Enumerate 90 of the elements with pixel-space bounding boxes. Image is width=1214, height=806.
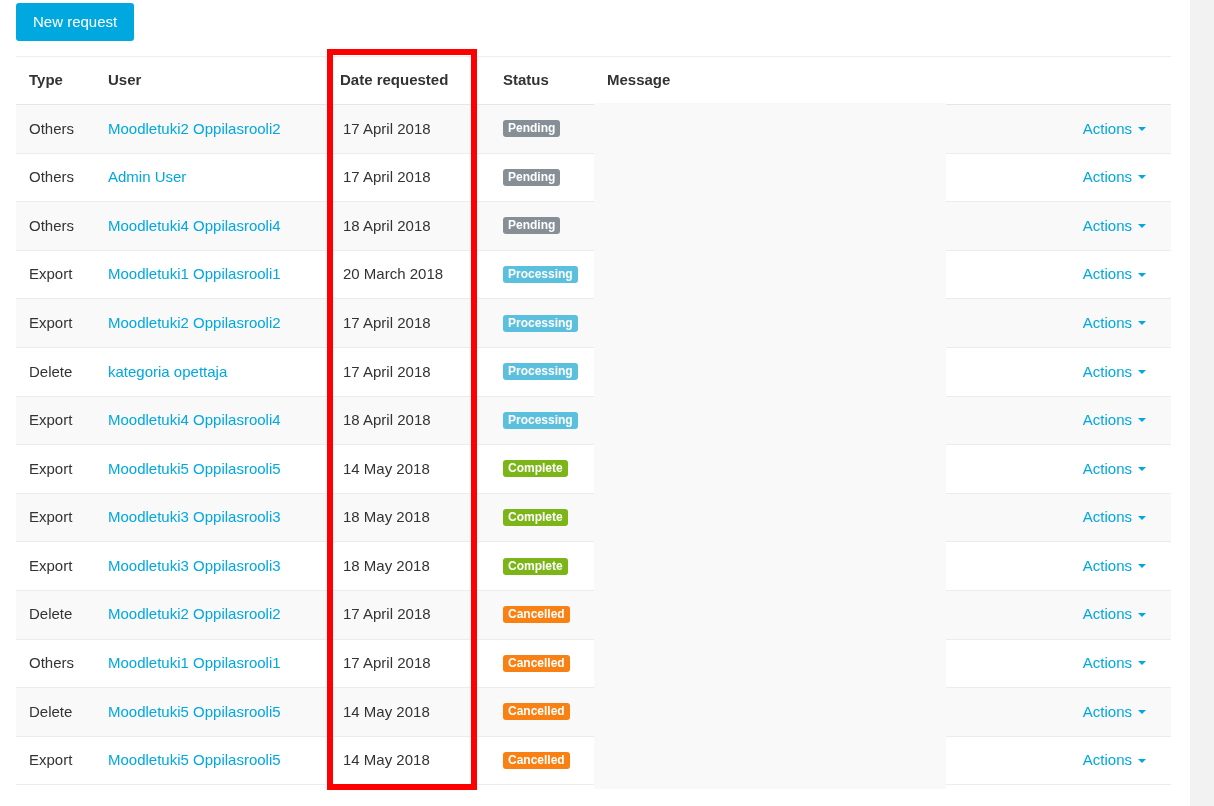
status-badge: Cancelled [503,654,570,672]
caret-icon [1138,758,1146,763]
status-badge: Complete [503,460,568,478]
type-cell-text: Export [29,410,73,431]
user-link[interactable]: Moodletuki4 Oppilasrooli4 [108,214,281,238]
status-badge: Pending [503,168,561,186]
status-badge: Processing [503,266,578,284]
actions-dropdown[interactable]: Actions [1082,603,1146,626]
date-cell-text: 14 May 2018 [343,458,430,479]
caret-icon [1138,418,1146,423]
user-link[interactable]: Moodletuki1 Oppilasrooli1 [108,652,281,675]
caret-icon [1138,272,1146,277]
date-cell-text: 17 April 2018 [343,604,431,625]
new-request-button[interactable]: New request [16,3,135,41]
type-cell-text: Export [29,507,73,528]
type-cell-text: Export [29,264,73,285]
caret-icon [1138,175,1146,180]
column-header: Date requested [339,70,449,91]
date-cell-text: 14 May 2018 [343,701,430,722]
actions-dropdown[interactable]: Actions [1082,263,1146,286]
status-badge: Processing [503,314,578,332]
status-badge: Complete [503,509,568,527]
caret-icon [1138,126,1146,131]
user-link[interactable]: Moodletuki4 Oppilasrooli4 [108,409,281,432]
type-cell-text: Others [29,167,74,188]
actions-dropdown[interactable]: Actions [1082,166,1146,189]
user-link[interactable]: kategoria opettaja [108,360,228,383]
date-cell-text: 18 May 2018 [343,555,430,576]
caret-icon [1138,564,1146,569]
actions-dropdown[interactable]: Actions [1082,652,1146,675]
actions-dropdown[interactable]: Actions [1082,700,1146,724]
date-cell-text: 18 April 2018 [343,410,431,431]
date-cell-text: 20 March 2018 [343,264,444,285]
user-link[interactable]: Moodletuki3 Oppilasrooli3 [108,506,281,529]
caret-icon [1138,466,1146,471]
user-link[interactable]: Moodletuki3 Oppilasrooli3 [108,554,281,578]
status-badge: Processing [503,363,578,381]
actions-dropdown[interactable]: Actions [1082,360,1146,383]
caret-icon [1138,612,1146,617]
type-cell-text: Export [29,458,73,479]
type-cell-text: Others [29,215,74,236]
actions-dropdown[interactable]: Actions [1082,457,1146,481]
caret-icon [1138,515,1146,520]
actions-dropdown[interactable]: Actions [1082,311,1146,335]
actions-dropdown[interactable]: Actions [1082,117,1146,141]
user-link[interactable]: Admin User [108,166,187,189]
date-cell-text: 17 April 2018 [343,118,431,139]
date-cell-text: 14 May 2018 [343,750,430,771]
user-link[interactable]: Moodletuki5 Oppilasrooli5 [108,749,281,772]
actions-dropdown[interactable]: Actions [1082,214,1146,238]
type-cell-text: Others [29,653,74,674]
type-cell-text: Export [29,750,73,771]
actions-dropdown[interactable]: Actions [1082,554,1146,578]
user-link[interactable]: Moodletuki2 Oppilasrooli2 [108,603,281,626]
type-cell-text: Delete [29,701,73,722]
date-cell-text: 18 April 2018 [343,215,431,236]
status-badge: Cancelled [503,752,570,769]
actions-dropdown[interactable]: Actions [1082,506,1146,529]
caret-icon [1138,661,1146,666]
caret-icon [1138,224,1146,228]
date-cell-text: 17 April 2018 [343,167,431,188]
user-link[interactable]: Moodletuki1 Oppilasrooli1 [108,263,281,286]
actions-dropdown[interactable]: Actions [1082,749,1146,772]
column-header: User [107,70,142,91]
user-link[interactable]: Moodletuki2 Oppilasrooli2 [108,117,281,141]
caret-icon [1138,709,1146,714]
date-cell-text: 17 April 2018 [343,361,431,382]
date-cell-text: 18 May 2018 [343,507,430,528]
user-link[interactable]: Moodletuki2 Oppilasrooli2 [108,311,281,335]
date-cell-text: 17 April 2018 [343,653,431,674]
column-header: Message [606,70,671,91]
status-badge: Processing [503,411,578,429]
type-cell-text: Delete [29,604,73,625]
actions-dropdown[interactable]: Actions [1082,409,1146,432]
column-header: Type [28,70,63,91]
status-badge: Cancelled [503,703,570,721]
type-cell-text: Others [29,118,74,139]
user-link[interactable]: Moodletuki5 Oppilasrooli5 [108,457,281,481]
type-cell-text: Delete [29,361,73,382]
status-badge: Pending [503,120,561,138]
date-cell-text: 17 April 2018 [343,312,431,333]
type-cell-text: Export [29,312,73,333]
column-header: Status [502,70,549,91]
type-cell-text: Export [29,555,73,576]
user-link[interactable]: Moodletuki5 Oppilasrooli5 [108,700,281,724]
status-badge: Complete [503,557,568,575]
status-badge: Cancelled [503,606,570,624]
caret-icon [1138,369,1146,374]
caret-icon [1138,321,1146,326]
status-badge: Pending [503,217,561,235]
